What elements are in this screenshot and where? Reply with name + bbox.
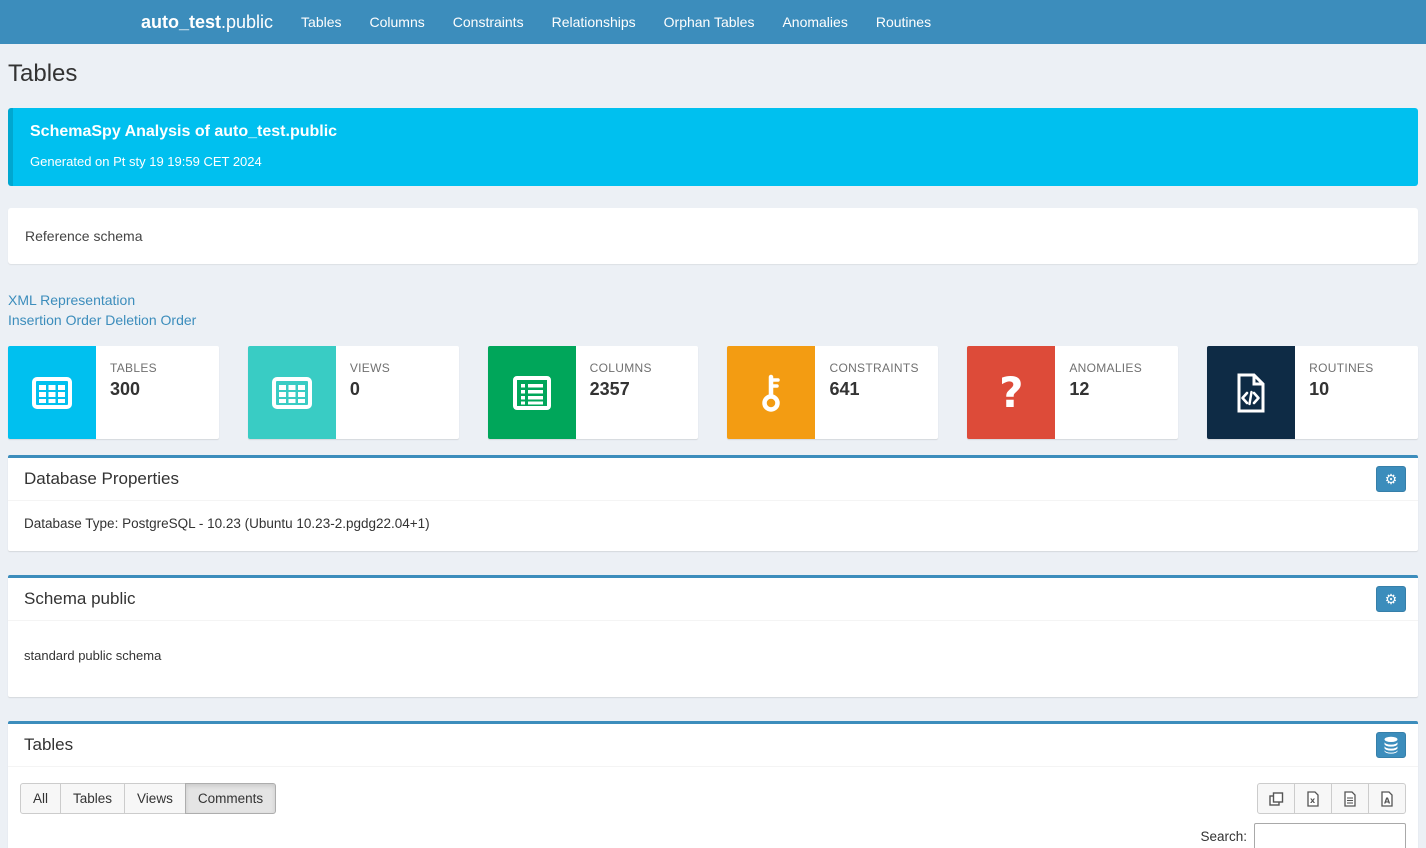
table-grid-icon bbox=[248, 346, 336, 439]
list-box-icon bbox=[488, 346, 576, 439]
top-navbar: auto_test.public Tables Columns Constrai… bbox=[0, 0, 1426, 44]
export-excel-button[interactable]: x bbox=[1294, 783, 1332, 814]
copy-icon bbox=[1268, 791, 1284, 807]
question-mark-icon: ? bbox=[967, 346, 1055, 439]
stat-tile-columns: COLUMNS 2357 bbox=[488, 346, 699, 439]
gear-button[interactable]: ⚙ bbox=[1376, 466, 1406, 492]
nav-item-constraints[interactable]: Constraints bbox=[439, 0, 538, 44]
nav-item-columns[interactable]: Columns bbox=[356, 0, 439, 44]
nav-item-orphan-tables[interactable]: Orphan Tables bbox=[650, 0, 769, 44]
tab-views[interactable]: Views bbox=[124, 783, 186, 814]
export-pdf-button[interactable]: A bbox=[1368, 783, 1406, 814]
stat-label: COLUMNS bbox=[590, 361, 652, 375]
database-icon bbox=[1382, 736, 1400, 754]
stat-value: 2357 bbox=[590, 379, 652, 400]
deletion-order-link[interactable]: Deletion Order bbox=[105, 312, 196, 328]
tab-tables[interactable]: Tables bbox=[60, 783, 125, 814]
database-properties-panel: Database Properties ⚙ Database Type: Pos… bbox=[8, 455, 1418, 551]
panel-title: Tables bbox=[24, 735, 73, 755]
reference-schema-text: Reference schema bbox=[25, 228, 143, 244]
export-copy-button[interactable] bbox=[1257, 783, 1295, 814]
nav-item-routines[interactable]: Routines bbox=[862, 0, 945, 44]
table-filter-tabs: All Tables Views Comments bbox=[20, 783, 276, 814]
excel-file-icon: x bbox=[1306, 791, 1320, 807]
navbar-menu: Tables Columns Constraints Relationships… bbox=[287, 0, 945, 44]
reference-schema-box: Reference schema bbox=[8, 208, 1418, 264]
brand-schema-name: auto_test bbox=[141, 12, 221, 32]
stat-value: 300 bbox=[110, 379, 157, 400]
brand-link[interactable]: auto_test.public bbox=[141, 12, 273, 33]
gear-button[interactable]: ⚙ bbox=[1376, 586, 1406, 612]
xml-representation-link[interactable]: XML Representation bbox=[8, 292, 135, 308]
nav-item-relationships[interactable]: Relationships bbox=[538, 0, 650, 44]
search-input[interactable] bbox=[1254, 823, 1406, 848]
nav-item-anomalies[interactable]: Anomalies bbox=[768, 0, 861, 44]
stats-row: TABLES 300 VIEWS 0 bbox=[8, 346, 1418, 439]
stat-label: TABLES bbox=[110, 361, 157, 375]
stat-tile-anomalies: ? ANOMALIES 12 bbox=[967, 346, 1178, 439]
stat-label: CONSTRAINTS bbox=[829, 361, 918, 375]
tab-comments[interactable]: Comments bbox=[185, 783, 276, 814]
stat-tile-tables: TABLES 300 bbox=[8, 346, 219, 439]
schema-description-text: standard public schema bbox=[8, 621, 1418, 697]
tab-all[interactable]: All bbox=[20, 783, 61, 814]
stat-label: ROUTINES bbox=[1309, 361, 1373, 375]
schema-panel: Schema public ⚙ standard public schema bbox=[8, 575, 1418, 697]
database-type-text: Database Type: PostgreSQL - 10.23 (Ubunt… bbox=[8, 501, 1418, 551]
gear-icon: ⚙ bbox=[1385, 471, 1398, 488]
pdf-file-icon: A bbox=[1380, 791, 1394, 807]
code-file-icon bbox=[1207, 346, 1295, 439]
svg-text:x: x bbox=[1310, 796, 1316, 805]
export-buttons: x A bbox=[1257, 783, 1406, 814]
stat-label: ANOMALIES bbox=[1069, 361, 1142, 375]
analysis-banner: SchemaSpy Analysis of auto_test.public G… bbox=[8, 108, 1418, 186]
table-grid-icon bbox=[8, 346, 96, 439]
gear-icon: ⚙ bbox=[1385, 591, 1398, 608]
brand-schema-suffix: .public bbox=[221, 12, 273, 32]
stat-value: 12 bbox=[1069, 379, 1142, 400]
database-button[interactable] bbox=[1376, 732, 1406, 758]
tables-panel: Tables All Tables Views Comments bbox=[8, 721, 1418, 848]
page-title: Tables bbox=[8, 60, 1418, 88]
panel-title: Schema public bbox=[24, 589, 136, 609]
search-label: Search: bbox=[1200, 829, 1247, 844]
csv-file-icon bbox=[1343, 791, 1357, 807]
export-links: XML Representation Insertion Order Delet… bbox=[8, 290, 1418, 330]
export-csv-button[interactable] bbox=[1331, 783, 1369, 814]
banner-title: SchemaSpy Analysis of auto_test.public bbox=[30, 123, 1402, 141]
banner-generated-timestamp: Generated on Pt sty 19 19:59 CET 2024 bbox=[30, 154, 1402, 169]
stat-tile-constraints: CONSTRAINTS 641 bbox=[727, 346, 938, 439]
stat-value: 10 bbox=[1309, 379, 1373, 400]
stat-value: 641 bbox=[829, 379, 918, 400]
nav-item-tables[interactable]: Tables bbox=[287, 0, 355, 44]
insertion-order-link[interactable]: Insertion Order bbox=[8, 312, 101, 328]
key-icon bbox=[727, 346, 815, 439]
stat-label: VIEWS bbox=[350, 361, 390, 375]
stat-value: 0 bbox=[350, 379, 390, 400]
stat-tile-views: VIEWS 0 bbox=[248, 346, 459, 439]
panel-title: Database Properties bbox=[24, 469, 179, 489]
svg-text:A: A bbox=[1384, 796, 1391, 805]
stat-tile-routines: ROUTINES 10 bbox=[1207, 346, 1418, 439]
